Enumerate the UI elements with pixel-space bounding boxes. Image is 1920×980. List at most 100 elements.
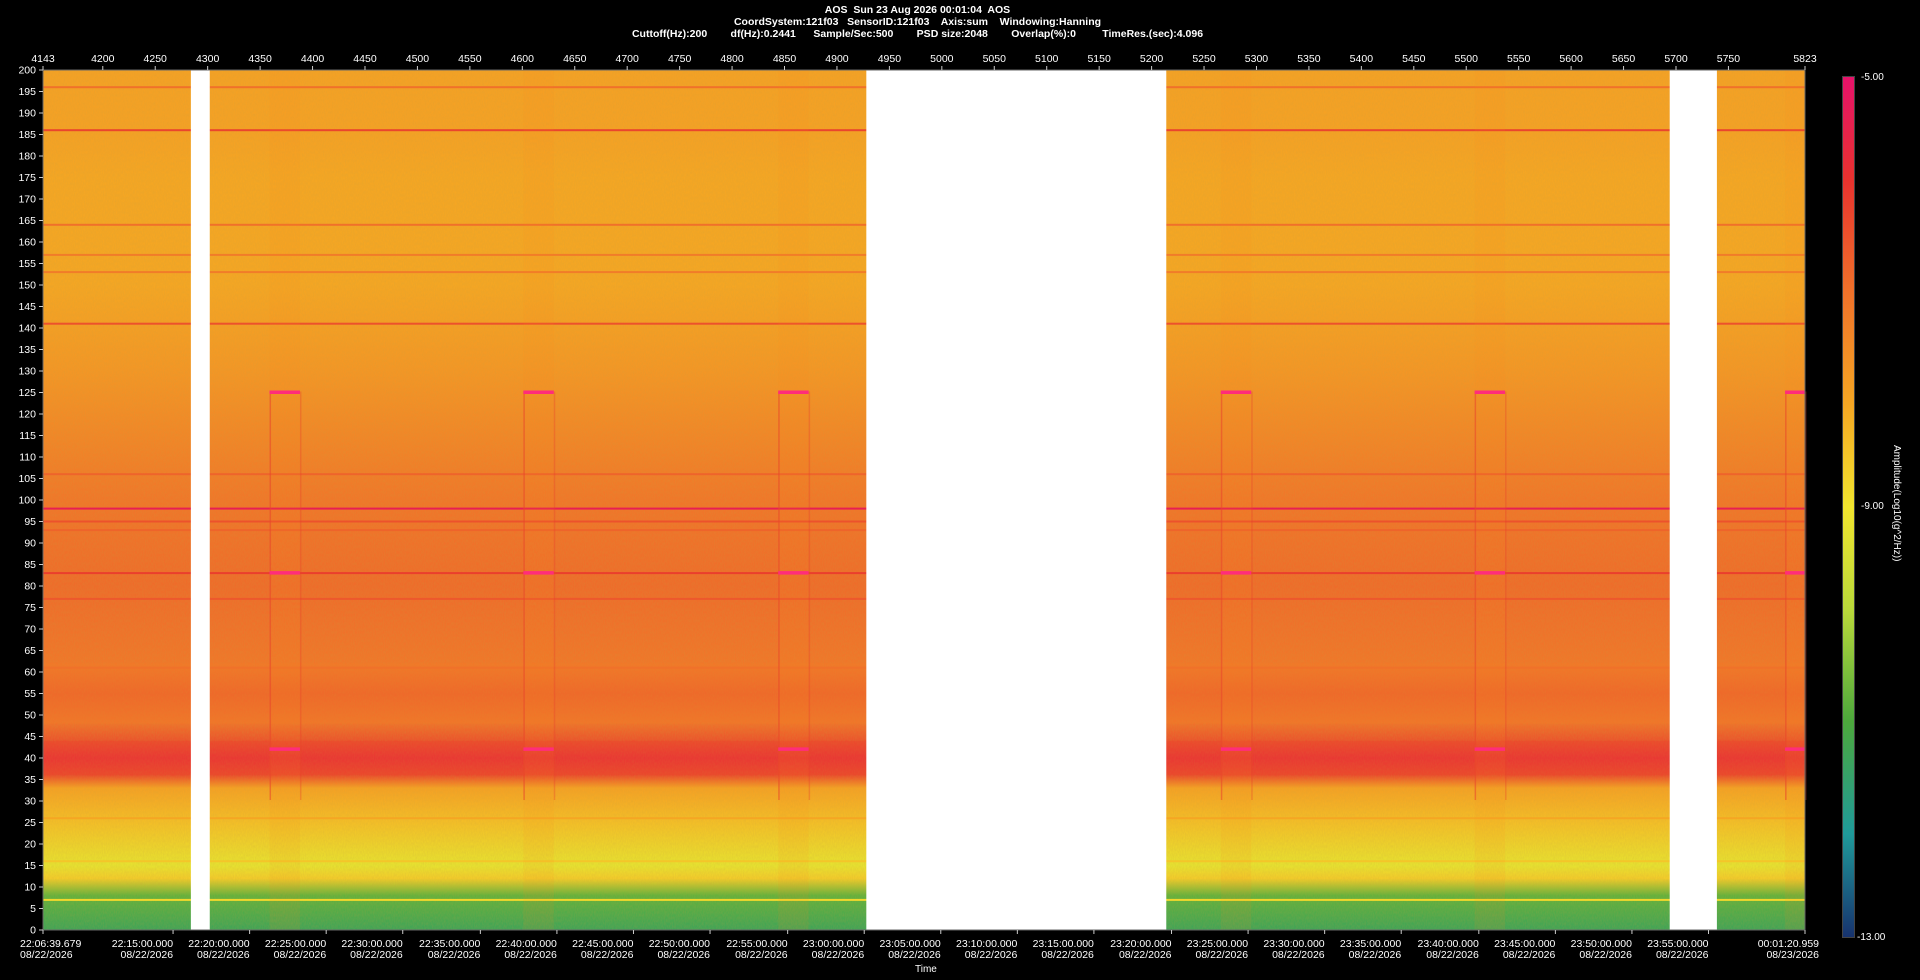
bottom-tick-date-18: 08/22/2026 xyxy=(1426,949,1479,961)
top-tick-label-4350: 4350 xyxy=(248,53,272,65)
event-line-1-42 xyxy=(523,747,554,751)
colorbar-mid-label: -9.00 xyxy=(1861,501,1884,512)
top-tick-label-5200: 5200 xyxy=(1140,53,1164,65)
y-tick-label-160: 160 xyxy=(18,237,36,249)
event-window-4 xyxy=(1474,70,1506,930)
data-gap-1 xyxy=(866,70,1167,930)
event-end-streak-4 xyxy=(1505,391,1507,800)
bottom-tick-date-19: 08/22/2026 xyxy=(1503,949,1556,961)
top-tick-label-4143: 4143 xyxy=(31,53,55,65)
y-tick-label-45: 45 xyxy=(24,731,36,743)
top-tick-label-5700: 5700 xyxy=(1664,53,1688,65)
top-tick-label-5500: 5500 xyxy=(1455,53,1479,65)
bottom-tick-date-3: 08/22/2026 xyxy=(274,949,327,961)
event-start-streak-5 xyxy=(1785,391,1787,800)
bottom-tick-date-20: 08/22/2026 xyxy=(1579,949,1632,961)
event-window-1 xyxy=(523,70,554,930)
bottom-tick-date-21: 08/22/2026 xyxy=(1656,949,1709,961)
event-start-streak-0 xyxy=(269,391,272,800)
event-window-5 xyxy=(1785,70,1805,930)
y-tick-label-75: 75 xyxy=(24,602,36,614)
y-tick-label-180: 180 xyxy=(18,151,36,163)
top-tick-label-5400: 5400 xyxy=(1350,53,1374,65)
y-tick-label-155: 155 xyxy=(18,258,36,270)
event-line-1-125 xyxy=(523,390,554,394)
spectrogram-area xyxy=(43,70,1807,930)
y-tick-label-50: 50 xyxy=(24,710,36,722)
top-tick-label-4450: 4450 xyxy=(353,53,377,65)
y-tick-label-190: 190 xyxy=(18,108,36,120)
y-tick-label-145: 145 xyxy=(18,301,36,313)
y-tick-label-15: 15 xyxy=(24,860,36,872)
y-tick-label-100: 100 xyxy=(18,495,36,507)
top-tick-label-5600: 5600 xyxy=(1559,53,1583,65)
event-line-5-42 xyxy=(1785,747,1805,751)
bottom-tick-date-22: 08/23/2026 xyxy=(1766,949,1819,961)
y-tick-label-80: 80 xyxy=(24,581,36,593)
y-tick-label-125: 125 xyxy=(18,387,36,399)
y-tick-label-200: 200 xyxy=(18,65,36,77)
event-line-0-42 xyxy=(269,747,300,751)
y-tick-label-165: 165 xyxy=(18,215,36,227)
bottom-tick-date-9: 08/22/2026 xyxy=(735,949,788,961)
event-end-streak-1 xyxy=(553,391,556,800)
event-start-streak-2 xyxy=(778,391,780,800)
y-tick-label-130: 130 xyxy=(18,366,36,378)
spectrogram-plot: 0510152025303540455055606570758085909510… xyxy=(18,53,1819,961)
event-window-0 xyxy=(269,70,300,930)
top-tick-label-5650: 5650 xyxy=(1612,53,1636,65)
top-tick-label-4400: 4400 xyxy=(301,53,325,65)
bottom-tick-date-10: 08/22/2026 xyxy=(812,949,865,961)
top-tick-label-4200: 4200 xyxy=(91,53,115,65)
event-line-4-42 xyxy=(1474,747,1506,751)
event-end-streak-2 xyxy=(808,391,811,800)
y-tick-label-185: 185 xyxy=(18,129,36,141)
colorbar-max-label: -5.00 xyxy=(1861,72,1884,83)
colorbar-min-label: -13.00 xyxy=(1857,932,1886,943)
y-tick-label-140: 140 xyxy=(18,323,36,335)
y-tick-label-70: 70 xyxy=(24,624,36,636)
y-tick-label-175: 175 xyxy=(18,172,36,184)
y-tick-label-0: 0 xyxy=(30,925,36,937)
top-tick-label-5750: 5750 xyxy=(1717,53,1741,65)
top-tick-label-4650: 4650 xyxy=(563,53,587,65)
event-line-2-42 xyxy=(778,747,809,751)
top-tick-label-4850: 4850 xyxy=(773,53,797,65)
event-start-streak-4 xyxy=(1474,391,1477,800)
top-tick-label-4500: 4500 xyxy=(406,53,430,65)
y-tick-label-60: 60 xyxy=(24,667,36,679)
bottom-tick-date-1: 08/22/2026 xyxy=(120,949,173,961)
event-line-3-42 xyxy=(1220,747,1252,751)
top-tick-label-4900: 4900 xyxy=(825,53,849,65)
y-tick-label-85: 85 xyxy=(24,559,36,571)
y-tick-label-40: 40 xyxy=(24,753,36,765)
top-tick-label-5823: 5823 xyxy=(1793,53,1817,65)
y-tick-label-135: 135 xyxy=(18,344,36,356)
y-tick-label-30: 30 xyxy=(24,796,36,808)
top-tick-label-4800: 4800 xyxy=(720,53,744,65)
top-tick-label-4700: 4700 xyxy=(616,53,640,65)
top-tick-label-5450: 5450 xyxy=(1402,53,1426,65)
top-tick-label-4300: 4300 xyxy=(196,53,220,65)
event-line-0-125 xyxy=(269,390,300,394)
y-tick-label-65: 65 xyxy=(24,645,36,657)
bottom-tick-date-11: 08/22/2026 xyxy=(888,949,941,961)
bottom-tick-date-6: 08/22/2026 xyxy=(504,949,557,961)
colorbar xyxy=(1842,76,1855,938)
event-window-2 xyxy=(778,70,809,930)
y-tick-label-115: 115 xyxy=(19,430,36,442)
bottom-tick-date-7: 08/22/2026 xyxy=(581,949,634,961)
bottom-tick-date-15: 08/22/2026 xyxy=(1196,949,1249,961)
top-tick-label-4250: 4250 xyxy=(144,53,168,65)
bottom-tick-date-8: 08/22/2026 xyxy=(657,949,710,961)
x-axis-title: Time xyxy=(915,964,937,975)
top-tick-label-5250: 5250 xyxy=(1192,53,1216,65)
bottom-tick-date-2: 08/22/2026 xyxy=(197,949,250,961)
event-line-5-125 xyxy=(1785,390,1805,394)
y-tick-label-105: 105 xyxy=(18,473,36,485)
event-line-1-83 xyxy=(523,571,554,575)
y-tick-label-10: 10 xyxy=(24,882,36,894)
event-start-streak-1 xyxy=(523,391,525,800)
bottom-tick-date-12: 08/22/2026 xyxy=(965,949,1018,961)
event-line-5-83 xyxy=(1785,571,1805,575)
